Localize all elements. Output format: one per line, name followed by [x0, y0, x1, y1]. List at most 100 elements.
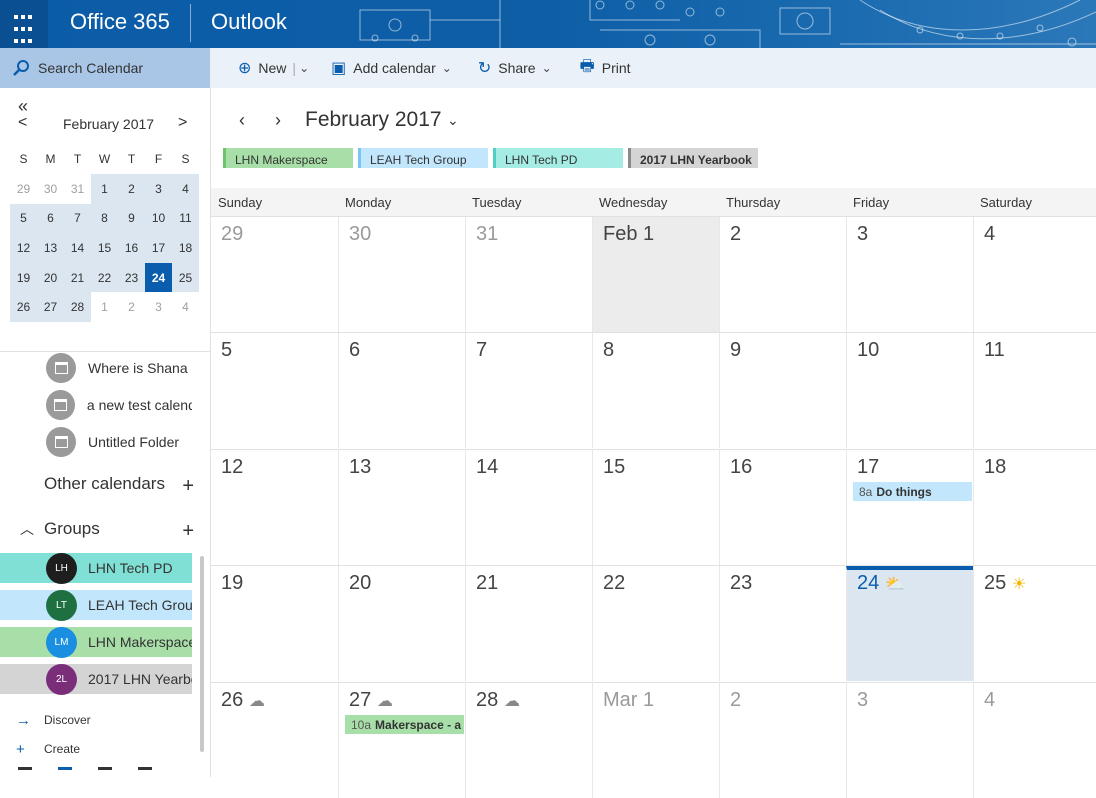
mini-calendar-day[interactable]: 2	[118, 174, 145, 204]
mini-calendar-prev-icon[interactable]: <	[18, 114, 27, 132]
suite-title[interactable]: Office 365	[70, 9, 170, 35]
day-cell[interactable]: 3	[846, 682, 973, 798]
groups-section[interactable]: ︿ Groups +	[0, 516, 200, 542]
mini-calendar-day[interactable]: 17	[145, 233, 172, 263]
mini-calendar-day[interactable]: 16	[118, 233, 145, 263]
mini-calendar-day[interactable]: 1	[91, 174, 118, 204]
calendar-event[interactable]: 8a Do things	[853, 481, 972, 501]
mini-calendar-day[interactable]: 28	[64, 292, 91, 322]
day-cell[interactable]: 18	[973, 449, 1096, 565]
day-cell[interactable]: 31	[465, 217, 592, 332]
day-cell[interactable]: 19	[211, 566, 338, 681]
chevron-down-icon[interactable]: ⌄	[447, 112, 459, 129]
mini-calendar-day[interactable]: 3	[145, 174, 172, 204]
day-cell[interactable]: 14	[465, 449, 592, 565]
calendar-list-item[interactable]: a new test calend	[0, 388, 192, 422]
app-title[interactable]: Outlook	[211, 9, 287, 35]
left-pane-scrollbar[interactable]	[200, 556, 204, 752]
day-cell[interactable]: 5	[211, 333, 338, 448]
prev-month-icon[interactable]: ‹	[239, 110, 245, 131]
mini-calendar-day[interactable]: 30	[37, 174, 64, 204]
mini-calendar-day[interactable]: 15	[91, 233, 118, 263]
mini-calendar-day[interactable]: 26	[10, 292, 37, 322]
mini-calendar-title[interactable]: February 2017	[63, 116, 154, 132]
day-cell[interactable]: 26 ☁	[211, 683, 338, 798]
mini-calendar-day[interactable]: 23	[118, 262, 145, 293]
mini-calendar-day[interactable]: 6	[37, 203, 64, 234]
add-other-calendar-icon[interactable]: +	[182, 475, 194, 498]
people-icon[interactable]	[98, 767, 112, 777]
day-cell[interactable]: 11	[973, 333, 1096, 449]
day-cell[interactable]: 2	[719, 217, 846, 332]
add-calendar-button[interactable]: ▣ Add calendar ⌄	[331, 48, 452, 88]
mini-calendar-day[interactable]: 4	[172, 174, 199, 204]
mini-calendar-day[interactable]: 1	[91, 292, 118, 322]
day-cell[interactable]: 23	[719, 566, 846, 682]
day-cell[interactable]: 25 ☀	[973, 566, 1096, 682]
mini-calendar-day[interactable]: 4	[172, 292, 199, 322]
mini-calendar-day[interactable]: 22	[91, 262, 118, 293]
mini-calendar-next-icon[interactable]: >	[178, 114, 187, 132]
day-cell[interactable]: 27 ☁ 10a Makerspace - a	[338, 682, 465, 798]
mini-calendar-day[interactable]: 25	[172, 262, 199, 293]
month-title[interactable]: February 2017	[305, 108, 442, 132]
tasks-icon[interactable]	[138, 767, 152, 777]
day-cell[interactable]: 13	[338, 449, 465, 565]
mini-calendar-day[interactable]: 27	[37, 292, 64, 322]
print-button[interactable]: 🖶 Print	[580, 48, 631, 88]
day-cell[interactable]: 16	[719, 449, 846, 565]
calendar-icon[interactable]	[58, 767, 72, 777]
mini-calendar-day[interactable]: 7	[64, 203, 91, 234]
day-cell[interactable]: 4	[973, 682, 1096, 798]
day-cell[interactable]: 21	[465, 566, 592, 682]
day-cell[interactable]: 6	[338, 333, 465, 449]
day-cell[interactable]: 12	[211, 450, 338, 565]
mini-calendar-day[interactable]: 11	[172, 203, 199, 234]
mini-calendar-day[interactable]: 29	[10, 174, 37, 204]
calendar-filter-chip[interactable]: 2017 LHN Yearbook	[628, 148, 758, 168]
day-cell[interactable]: 9	[719, 333, 846, 449]
day-cell[interactable]: 8	[592, 333, 719, 449]
search-calendar-input[interactable]: Search Calendar	[0, 48, 210, 88]
day-cell[interactable]: 2	[719, 682, 846, 798]
group-list-item[interactable]: LT LEAH Tech Group	[0, 589, 192, 621]
mini-calendar-day[interactable]: 2	[118, 292, 145, 322]
group-list-item[interactable]: LH LHN Tech PD	[0, 552, 192, 584]
mini-calendar-day[interactable]: 10	[145, 203, 172, 234]
calendar-filter-chip[interactable]: LEAH Tech Group	[358, 148, 488, 168]
chevron-up-icon[interactable]: ︿	[20, 519, 34, 539]
mini-calendar-day[interactable]: 24	[145, 262, 172, 293]
create-link[interactable]: + Create	[0, 738, 200, 760]
mini-calendar-day[interactable]: 31	[64, 174, 91, 204]
mini-calendar-day[interactable]: 14	[64, 233, 91, 263]
mail-icon[interactable]	[18, 767, 32, 777]
day-cell[interactable]: 20	[338, 566, 465, 682]
mini-calendar-day[interactable]: 5	[10, 203, 37, 234]
group-list-item[interactable]: LM LHN Makerspace	[0, 626, 192, 658]
mini-calendar-day[interactable]: 8	[91, 203, 118, 234]
calendar-event[interactable]: 10a Makerspace - a	[345, 714, 464, 734]
day-cell[interactable]: 10	[846, 333, 973, 449]
day-cell[interactable]: 4	[973, 217, 1096, 332]
calendar-filter-chip[interactable]: LHN Tech PD	[493, 148, 623, 168]
day-cell[interactable]: Mar 1	[592, 682, 719, 798]
day-cell[interactable]: 7	[465, 333, 592, 449]
mini-calendar-day[interactable]: 3	[145, 292, 172, 322]
new-button[interactable]: ⊕ New | ⌄	[238, 48, 309, 88]
day-cell[interactable]: 29	[211, 217, 338, 332]
mini-calendar-day[interactable]: 12	[10, 233, 37, 263]
mini-calendar-day[interactable]: 9	[118, 203, 145, 234]
day-cell[interactable]: Feb 1	[592, 217, 719, 332]
add-group-icon[interactable]: +	[182, 520, 194, 543]
day-cell[interactable]: 3	[846, 217, 973, 332]
other-calendars-section[interactable]: Other calendars +	[0, 471, 200, 497]
group-list-item[interactable]: 2L 2017 LHN Yearbook	[0, 663, 192, 695]
app-launcher-icon[interactable]	[0, 0, 48, 48]
discover-link[interactable]: → Discover	[0, 709, 200, 731]
mini-calendar-day[interactable]: 20	[37, 262, 64, 293]
day-cell[interactable]: 30	[338, 217, 465, 332]
next-month-icon[interactable]: ›	[275, 110, 281, 131]
mini-calendar-day[interactable]: 19	[10, 262, 37, 293]
calendar-filter-chip[interactable]: LHN Makerspace	[223, 148, 353, 168]
day-cell[interactable]: 17 8a Do things	[846, 449, 973, 565]
